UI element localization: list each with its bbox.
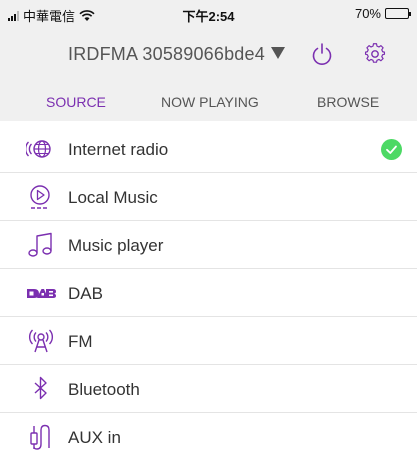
source-item-local-music[interactable]: Local Music bbox=[0, 173, 417, 221]
source-label: Bluetooth bbox=[68, 380, 140, 399]
bluetooth-icon bbox=[34, 376, 47, 400]
settings-gear-icon[interactable] bbox=[364, 43, 386, 65]
source-list: Internet radio Local Music Music player bbox=[0, 125, 417, 459]
source-item-fm[interactable]: FM bbox=[0, 317, 417, 365]
source-label: Local Music bbox=[68, 188, 158, 207]
status-right: 70% bbox=[354, 6, 411, 21]
tab-source[interactable]: SOURCE bbox=[46, 94, 106, 110]
source-label: FM bbox=[68, 332, 93, 351]
source-label: Music player bbox=[68, 236, 164, 255]
device-header: IRDFMA 30589066bde4 bbox=[0, 34, 417, 74]
internet-radio-icon bbox=[26, 140, 51, 158]
device-dropdown-icon[interactable] bbox=[271, 47, 285, 59]
source-label: AUX in bbox=[68, 428, 121, 447]
source-item-music-player[interactable]: Music player bbox=[0, 221, 417, 269]
source-item-internet-radio[interactable]: Internet radio bbox=[0, 125, 417, 173]
top-header-area: 中華電信 下午2:54 70% IRDFMA 30589066bde4 SOUR… bbox=[0, 0, 417, 121]
tab-bar: SOURCE NOW PLAYING BROWSE bbox=[0, 86, 417, 116]
source-item-dab[interactable]: DAB bbox=[0, 269, 417, 317]
source-item-aux-in[interactable]: AUX in bbox=[0, 413, 417, 459]
device-name[interactable]: IRDFMA 30589066bde4 bbox=[68, 44, 265, 65]
source-item-bluetooth[interactable]: Bluetooth bbox=[0, 365, 417, 413]
local-music-icon bbox=[30, 185, 50, 209]
tab-now-playing[interactable]: NOW PLAYING bbox=[161, 94, 259, 110]
music-player-icon bbox=[28, 232, 52, 257]
selected-check-icon bbox=[381, 139, 402, 160]
dab-icon bbox=[27, 289, 56, 298]
tab-browse[interactable]: BROWSE bbox=[317, 94, 379, 110]
aux-in-icon bbox=[30, 424, 50, 450]
source-label: DAB bbox=[68, 284, 103, 303]
battery-icon bbox=[385, 8, 411, 19]
status-bar: 中華電信 下午2:54 70% bbox=[0, 0, 417, 28]
power-button[interactable] bbox=[309, 42, 335, 68]
source-label: Internet radio bbox=[68, 140, 169, 159]
battery-percent: 70% bbox=[354, 6, 381, 21]
fm-icon bbox=[28, 329, 54, 353]
